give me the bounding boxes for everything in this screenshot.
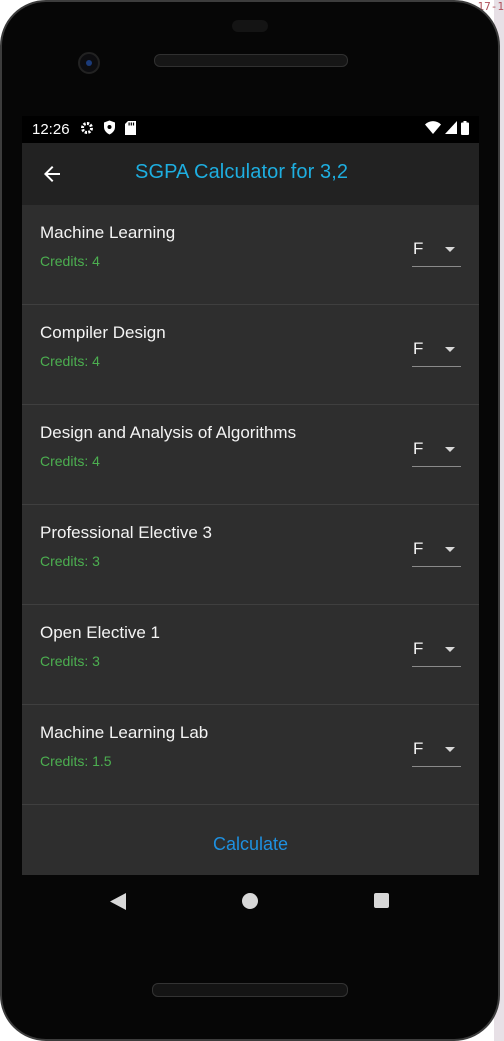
phone-sensor — [232, 20, 268, 32]
grade-dropdown[interactable]: F — [412, 436, 461, 467]
subject-credits: Credits: 1.5 — [40, 753, 112, 769]
dropdown-arrow-icon — [445, 647, 455, 652]
subject-name: Compiler Design — [40, 323, 166, 342]
back-arrow-icon[interactable] — [40, 162, 64, 186]
subject-credits: Credits: 3 — [40, 553, 100, 569]
status-bar: 12:26 — [22, 116, 479, 143]
subject-credits: Credits: 4 — [40, 353, 100, 369]
earpiece-speaker — [154, 54, 348, 67]
subject-row: Machine Learning Credits: 4 F — [22, 205, 479, 305]
subject-credits: Credits: 4 — [40, 453, 100, 469]
dropdown-arrow-icon — [445, 247, 455, 252]
phone-frame: 12:26 SGPA Calculator for 3,2 Machine Le… — [0, 0, 500, 1041]
app-screen: 12:26 SGPA Calculator for 3,2 Machine Le… — [22, 116, 479, 875]
subject-row: Open Elective 1 Credits: 3 F — [22, 605, 479, 705]
subject-name: Machine Learning Lab — [40, 723, 209, 742]
status-time: 12:26 — [32, 121, 70, 138]
grade-value: F — [413, 639, 424, 658]
front-camera — [78, 52, 100, 74]
subject-row: Professional Elective 3 Credits: 3 F — [22, 505, 479, 605]
grade-dropdown[interactable]: F — [412, 736, 461, 767]
battery-icon — [461, 120, 469, 139]
grade-dropdown[interactable]: F — [412, 636, 461, 667]
subject-list: Machine Learning Credits: 4 F Compiler D… — [22, 205, 479, 805]
grade-dropdown[interactable]: F — [412, 236, 461, 267]
dropdown-arrow-icon — [445, 547, 455, 552]
wifi-icon — [425, 121, 441, 138]
dropdown-arrow-icon — [445, 447, 455, 452]
subject-row: Compiler Design Credits: 4 F — [22, 305, 479, 405]
subject-row: Design and Analysis of Algorithms Credit… — [22, 405, 479, 505]
subject-row: Machine Learning Lab Credits: 1.5 F — [22, 705, 479, 805]
grade-value: F — [413, 539, 424, 558]
subject-name: Open Elective 1 — [40, 623, 161, 642]
nav-back-icon[interactable] — [110, 893, 126, 915]
subject-name: Design and Analysis of Algorithms — [40, 423, 297, 442]
grade-dropdown[interactable]: F — [412, 336, 461, 367]
grade-dropdown[interactable]: F — [412, 536, 461, 567]
page-title: SGPA Calculator for 3,2 — [135, 161, 349, 183]
sd-card-icon — [124, 120, 136, 139]
navigation-bar — [22, 875, 479, 927]
nav-home-icon[interactable] — [242, 893, 258, 909]
grade-value: F — [413, 239, 424, 258]
grade-value: F — [413, 739, 424, 758]
dropdown-arrow-icon — [445, 747, 455, 752]
calculate-button[interactable]: Calculate — [22, 816, 479, 872]
shield-icon — [103, 120, 116, 139]
subject-credits: Credits: 3 — [40, 653, 100, 669]
subject-name: Professional Elective 3 — [40, 523, 212, 542]
dropdown-arrow-icon — [445, 347, 455, 352]
settings-icon — [80, 121, 94, 139]
bottom-speaker — [152, 983, 348, 997]
grade-value: F — [413, 339, 424, 358]
app-bar: SGPA Calculator for 3,2 — [22, 143, 479, 205]
grade-value: F — [413, 439, 424, 458]
signal-icon — [445, 121, 457, 138]
nav-recents-icon[interactable] — [374, 893, 389, 908]
subject-name: Machine Learning — [40, 223, 176, 242]
subject-credits: Credits: 4 — [40, 253, 100, 269]
